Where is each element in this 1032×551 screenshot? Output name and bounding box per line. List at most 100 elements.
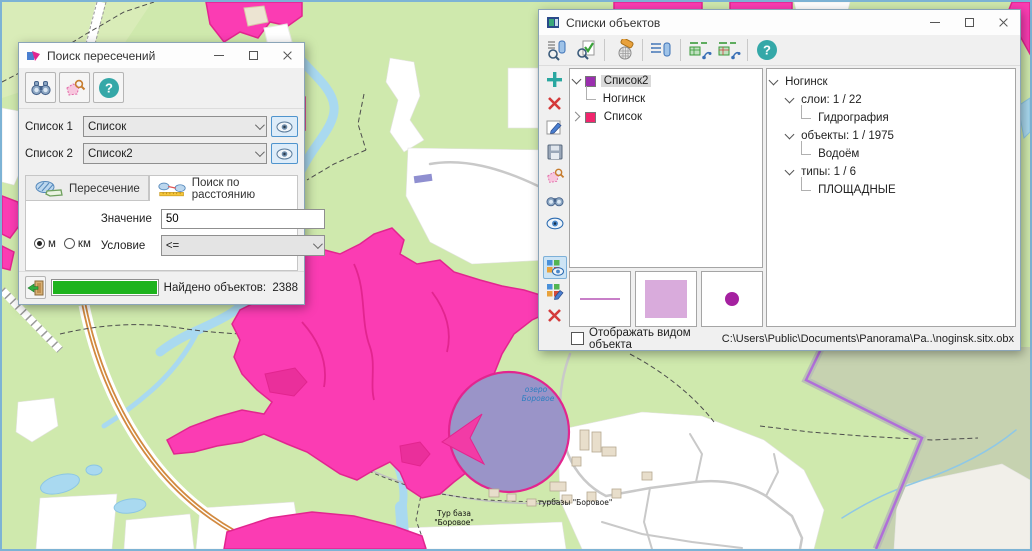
- radio-kilometers-label: км: [78, 238, 91, 250]
- tree-connector: [801, 141, 811, 155]
- condition-select[interactable]: <=: [161, 235, 325, 256]
- radio-meters[interactable]: м: [34, 238, 56, 250]
- detail-layer-item[interactable]: Гидрография: [769, 109, 1013, 127]
- list2-label: Список 2: [25, 148, 83, 160]
- expand-icon[interactable]: [785, 131, 795, 141]
- flashlight-icon: [613, 39, 635, 61]
- camp-label-line1: Тур база: [436, 509, 471, 518]
- chevron-down-icon: [255, 120, 265, 130]
- expand-icon[interactable]: [572, 76, 582, 86]
- help-icon: ?: [756, 39, 778, 61]
- expand-icon[interactable]: [769, 77, 779, 87]
- expand-icon[interactable]: [785, 95, 795, 105]
- tree-item-noginsk[interactable]: Ногинск: [572, 90, 760, 108]
- minimize-button[interactable]: [202, 44, 236, 67]
- find-in-list-button[interactable]: [543, 188, 567, 211]
- area-style-swatch[interactable]: [635, 271, 697, 327]
- search-mode-tabs: Пересечение Поиск по расстоянию: [25, 175, 298, 201]
- select-list-objects-button[interactable]: [648, 37, 675, 63]
- edit-style-button[interactable]: [543, 280, 567, 303]
- radio-meters-label: м: [48, 238, 56, 250]
- edit-list-button[interactable]: [543, 116, 567, 139]
- point-style-swatch[interactable]: [701, 271, 763, 327]
- found-objects-status: Найдено объектов: 2388: [164, 282, 298, 294]
- list2-select[interactable]: Список2: [83, 143, 267, 164]
- copy-list-button[interactable]: [686, 37, 713, 63]
- move-list-button[interactable]: [715, 37, 742, 63]
- find-button[interactable]: [25, 72, 56, 103]
- help-icon: ?: [98, 77, 120, 99]
- close-button[interactable]: [270, 44, 304, 67]
- objects-group-label: объекты: 1 / 1975: [798, 130, 897, 142]
- detail-root-label: Ногинск: [782, 76, 830, 88]
- radio-kilometers[interactable]: км: [64, 238, 91, 250]
- toolbar-separator: [604, 39, 605, 61]
- list1-select[interactable]: Список: [83, 116, 267, 137]
- search-check-icon: [575, 39, 597, 61]
- detail-root[interactable]: Ногинск: [769, 73, 1013, 91]
- add-list-button[interactable]: [543, 68, 567, 91]
- search-objects-button[interactable]: [543, 37, 570, 63]
- tree-item-list2[interactable]: Список2: [572, 72, 760, 90]
- help-button[interactable]: ?: [93, 72, 124, 103]
- eye-icon: [546, 217, 564, 230]
- tab-distance-label: Поиск по расстоянию: [192, 177, 289, 201]
- list1-value: Список: [88, 121, 126, 133]
- select-on-map-button[interactable]: [543, 164, 567, 187]
- eye-icon: [276, 148, 293, 160]
- lists-window-icon: [546, 16, 560, 29]
- list2-visibility-toggle[interactable]: [271, 143, 298, 164]
- select-area-button[interactable]: [59, 72, 90, 103]
- toolbar-separator: [747, 39, 748, 61]
- close-button[interactable]: [986, 11, 1020, 34]
- condition-label: Условие: [101, 240, 161, 252]
- camp-label-line2: "Боровое": [434, 518, 474, 527]
- save-list-button[interactable]: [543, 140, 567, 163]
- line-style-swatch[interactable]: [569, 271, 631, 327]
- intersect-toolbar: ?: [19, 68, 304, 109]
- tab-distance-search[interactable]: Поиск по расстоянию: [149, 175, 298, 201]
- lists-titlebar[interactable]: Списки объектов: [539, 10, 1020, 35]
- window-title: Списки объектов: [566, 16, 918, 30]
- minimize-button[interactable]: [918, 11, 952, 34]
- eye-icon: [276, 121, 293, 133]
- layer-item-label: Гидрография: [815, 112, 892, 124]
- line-sample: [580, 298, 620, 300]
- delete-x-icon: [547, 96, 562, 111]
- delete-list-button[interactable]: [543, 92, 567, 115]
- lake-label-line1: озеро: [525, 385, 548, 394]
- tab-intersection[interactable]: Пересечение: [25, 175, 149, 201]
- list1-visibility-toggle[interactable]: [271, 116, 298, 137]
- type-item-label: ПЛОЩАДНЫЕ: [815, 184, 899, 196]
- expand-icon[interactable]: [785, 167, 795, 177]
- list-select-icon: [651, 39, 673, 61]
- list2-color-square: [585, 76, 596, 87]
- intersection-icon: [34, 180, 64, 198]
- maximize-button[interactable]: [236, 44, 270, 67]
- tree-item-list1[interactable]: Список: [572, 108, 760, 126]
- style-swatches: [569, 271, 763, 327]
- intersect-titlebar[interactable]: Поиск пересечений: [19, 43, 304, 68]
- show-style-button[interactable]: [543, 256, 567, 279]
- view-object-button[interactable]: [543, 212, 567, 235]
- screenshot-root: { "icons": { "help_glyph": "?" }, "color…: [0, 0, 1032, 551]
- progress-fill: [53, 281, 156, 294]
- help-button[interactable]: ?: [753, 37, 780, 63]
- search-by-document-button[interactable]: [572, 37, 599, 63]
- detail-object-item[interactable]: Водоём: [769, 145, 1013, 163]
- maximize-button[interactable]: [952, 11, 986, 34]
- window-title: Поиск пересечений: [47, 49, 202, 63]
- display-style-checkbox[interactable]: [571, 332, 584, 345]
- area-sample: [645, 280, 687, 318]
- binoculars-icon: [30, 79, 52, 97]
- collapse-icon[interactable]: [572, 112, 582, 122]
- delete-style-button[interactable]: [543, 304, 567, 327]
- value-input[interactable]: [161, 209, 325, 229]
- list-transfer-icon: [688, 39, 712, 61]
- list-transfer2-icon: [717, 39, 741, 61]
- tree-connector: [586, 86, 596, 100]
- style-view-icon: [546, 259, 564, 276]
- highlight-flashlight-button[interactable]: [610, 37, 637, 63]
- exit-button[interactable]: [25, 276, 46, 299]
- detail-type-item[interactable]: ПЛОЩАДНЫЕ: [769, 181, 1013, 199]
